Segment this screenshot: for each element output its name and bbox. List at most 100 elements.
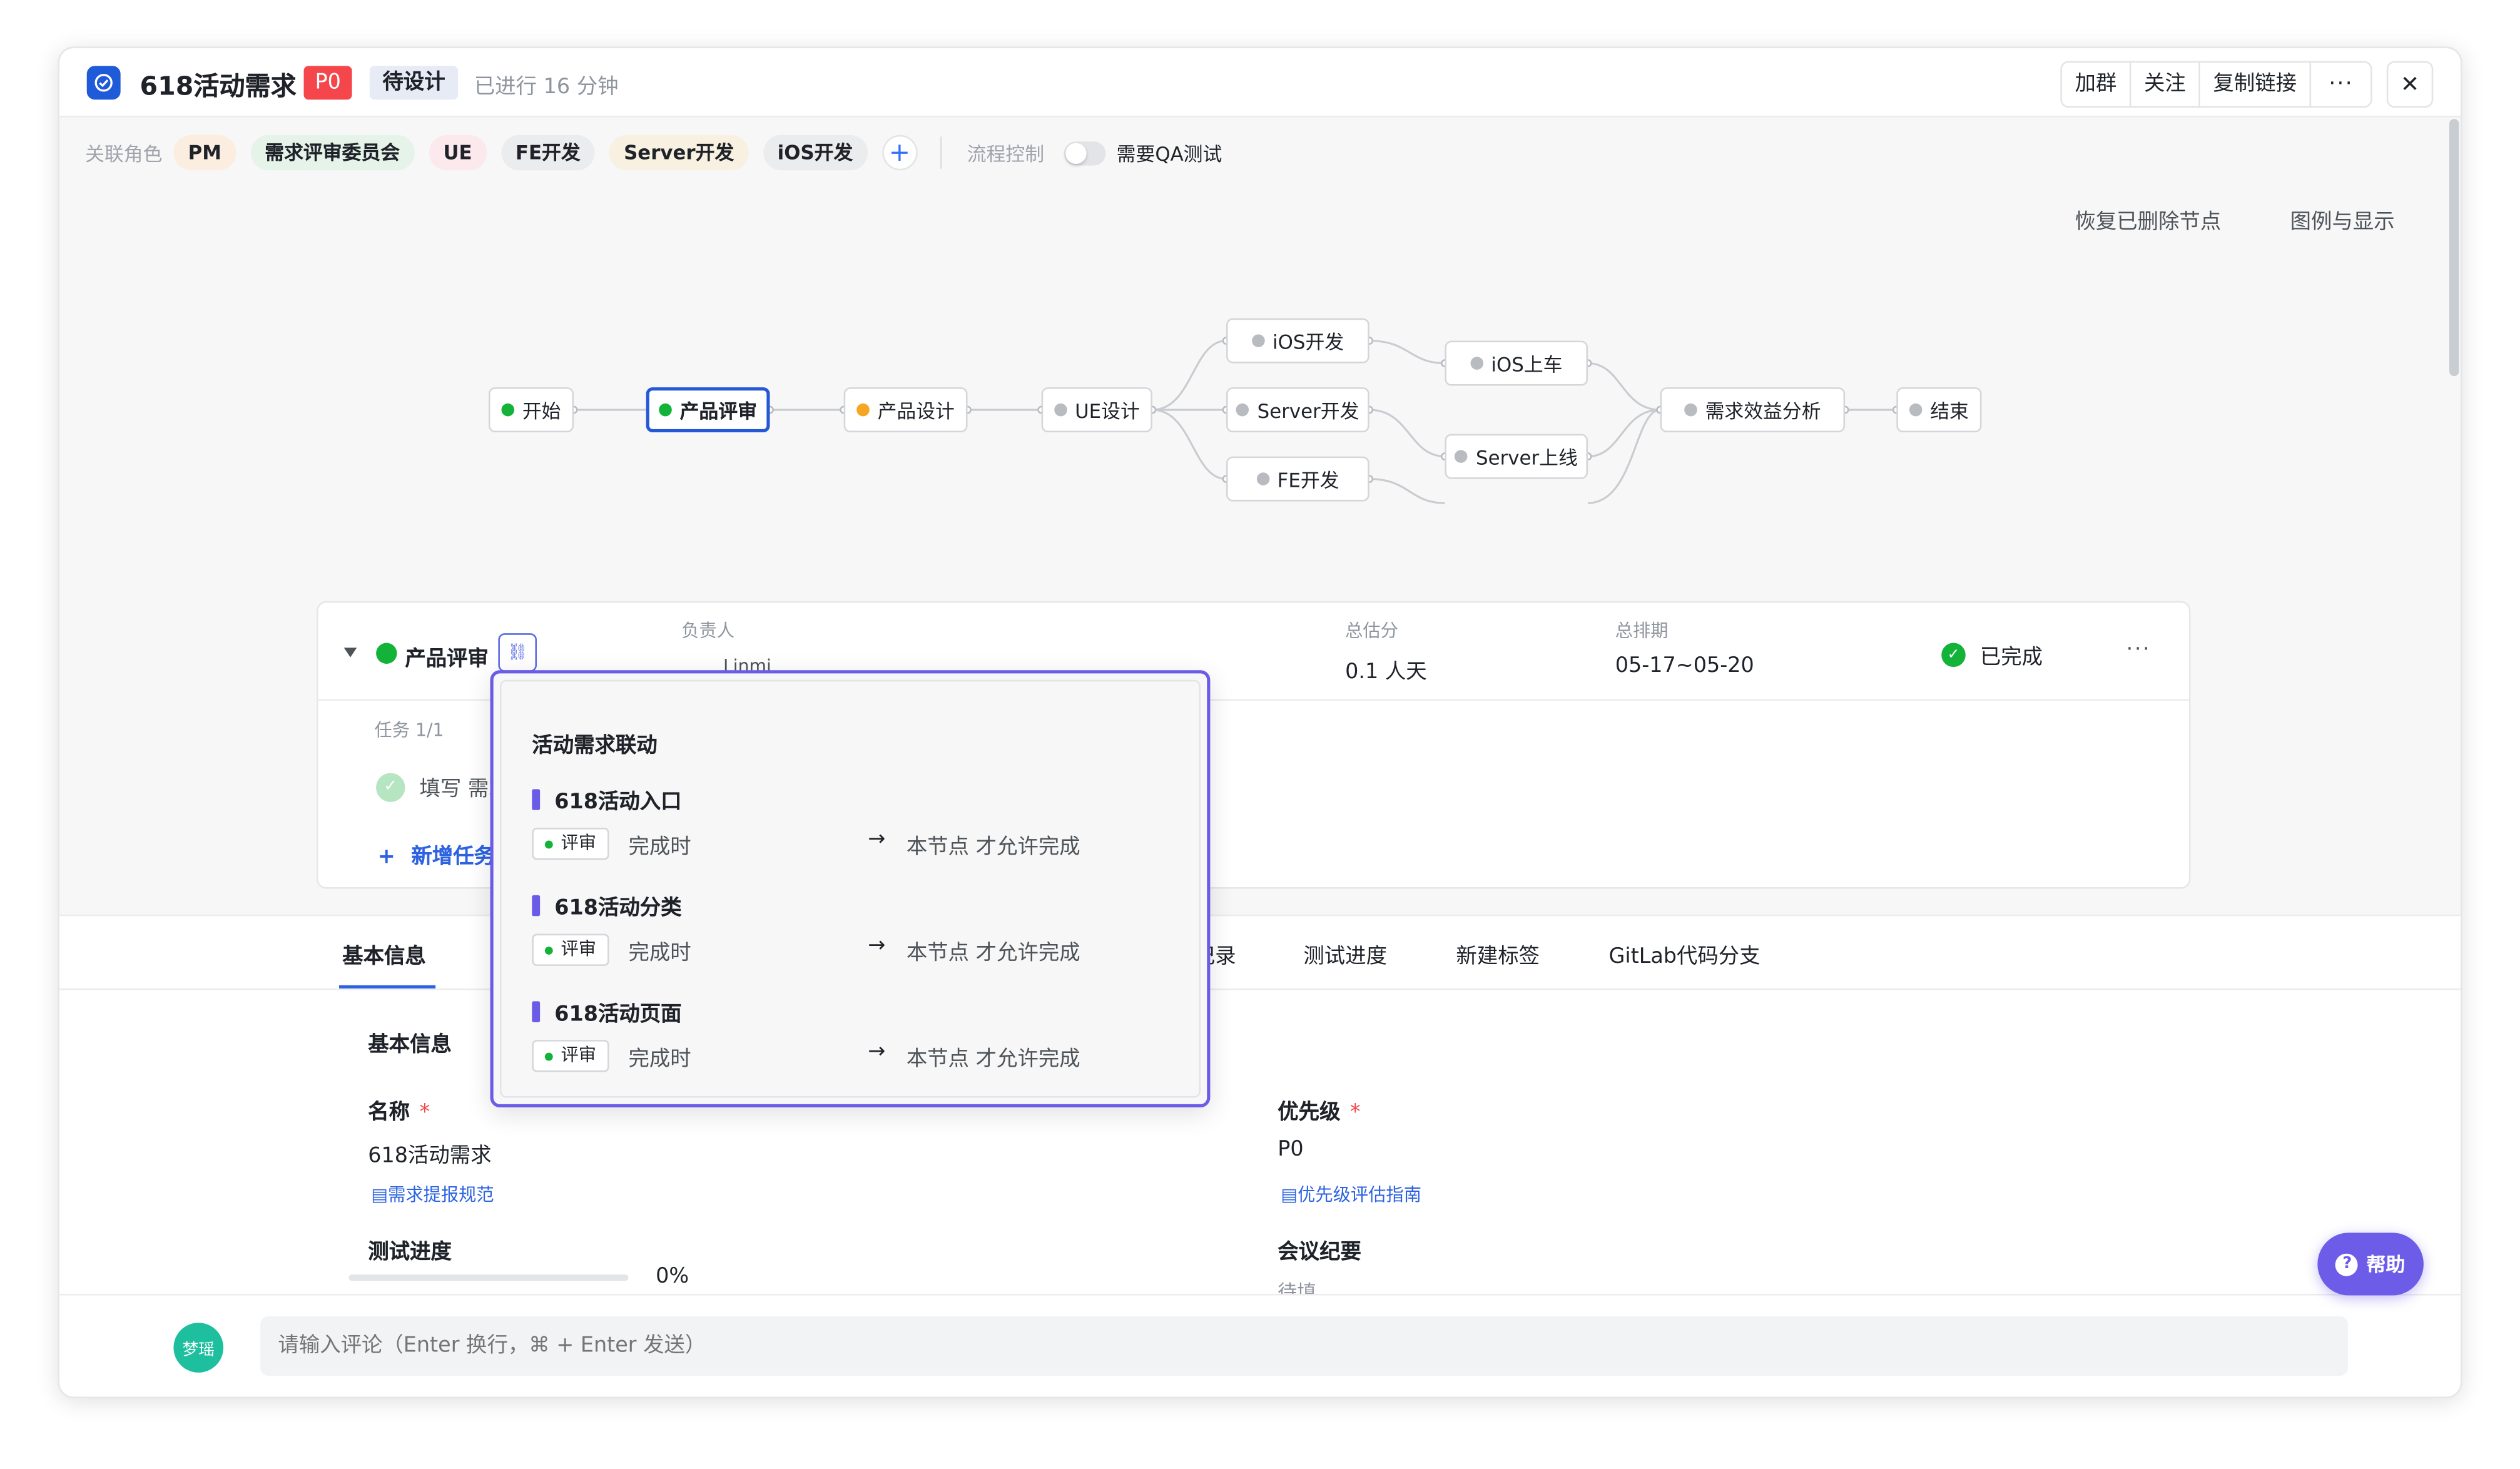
check-icon[interactable]: ✓ [376, 772, 405, 801]
name-guide-link[interactable]: ▤需求提报规范 [371, 1181, 494, 1207]
status-dot [544, 1052, 553, 1060]
flow-node-server-dev[interactable]: Server开发 [1226, 387, 1369, 433]
flow-node-product-review[interactable]: 产品评审 [646, 387, 770, 433]
flow-node-ios-release[interactable]: iOS上车 [1445, 340, 1588, 386]
status-dot [376, 643, 397, 664]
status-dot [1054, 403, 1067, 417]
name-guide-text: 需求提报规范 [388, 1184, 494, 1206]
flow-node-label: 产品设计 [877, 399, 955, 422]
priority-label-text: 优先级 [1278, 1100, 1341, 1126]
accent-bar [532, 789, 541, 810]
linked-requirement-name: 618活动页面 [554, 1002, 682, 1027]
name-label-text: 名称 [368, 1100, 410, 1126]
more-icon[interactable]: ··· [2126, 638, 2152, 663]
status-dot [1256, 472, 1269, 485]
flow-node-label: 产品评审 [679, 399, 757, 422]
linked-requirement-title[interactable]: 618活动分类 [532, 890, 682, 921]
flow-node-ios-dev[interactable]: iOS开发 [1226, 318, 1369, 363]
linkage-result: 本节点 才允许完成 [906, 942, 1080, 966]
flow-node-label: iOS上车 [1491, 352, 1563, 375]
status-dot [544, 945, 553, 954]
phase-name: 产品评审 [405, 648, 489, 672]
tab-gitlab-branch[interactable]: GitLab代码分支 [1608, 938, 1760, 970]
arrow-right-icon: → [868, 1040, 886, 1064]
requirement-window: 618活动需求 P0 待设计 已进行 16 分钟 加群 关注 复制链接 ··· … [58, 46, 2462, 1398]
node-tag: 评审 [532, 1040, 609, 1072]
status-badge[interactable]: ✓ 已完成 [1941, 639, 2043, 670]
collapse-caret-icon[interactable] [343, 648, 357, 658]
test-progress-bar [348, 1274, 629, 1281]
priority-field-value[interactable]: P0 [1278, 1138, 1303, 1162]
task-count: 任务 1/1 [374, 719, 444, 741]
linkage-result: 本节点 才允许完成 [906, 1047, 1080, 1072]
flow-node-label: 结束 [1930, 399, 1969, 422]
flow-node-start[interactable]: 开始 [488, 387, 574, 433]
status-dot [856, 403, 870, 417]
add-task-button[interactable]: + 新增任务 [378, 839, 495, 870]
section-title: 基本信息 [368, 1033, 452, 1058]
linkage-result: 本节点 才允许完成 [906, 835, 1080, 860]
plus-icon: + [377, 845, 395, 870]
schedule-value[interactable]: 05-17~05-20 [1615, 654, 1754, 679]
popover-title: 活动需求联动 [532, 734, 658, 759]
node-tag-label: 评审 [561, 938, 597, 960]
flow-node-server-launch[interactable]: Server上线 [1445, 434, 1588, 479]
node-tag: 评审 [532, 827, 609, 860]
arrow-right-icon: → [868, 827, 886, 852]
priority-guide-text: 优先级评估指南 [1298, 1184, 1421, 1206]
active-tab-indicator [339, 985, 436, 989]
flow-node-product-design[interactable]: 产品设计 [843, 387, 968, 433]
popover-body: 活动需求联动 618活动入口 评审 完成时 → 本节点 才允许完成 618活动分… [499, 679, 1201, 1098]
trigger-condition: 完成时 [628, 835, 691, 860]
flow-node-benefit-analysis[interactable]: 需求效益分析 [1660, 387, 1846, 433]
flow-node-label: FE开发 [1277, 468, 1339, 491]
meeting-notes-label: 会议纪要 [1278, 1241, 1361, 1265]
priority-field-label: 优先级 * [1278, 1094, 1361, 1126]
status-dot [544, 840, 553, 848]
arrow-right-icon: → [868, 933, 886, 958]
test-progress-value: 0% [656, 1264, 689, 1289]
document-icon: ▤ [371, 1184, 389, 1206]
schedule-label: 总排期 [1615, 620, 1669, 641]
required-mark: * [1349, 1100, 1361, 1126]
comment-input[interactable] [260, 1316, 2349, 1376]
linked-requirement-title[interactable]: 618活动入口 [532, 785, 682, 815]
accent-bar [532, 1001, 541, 1022]
document-icon: ▤ [1281, 1184, 1298, 1206]
estimate-value[interactable]: 0.1 人天 [1345, 654, 1427, 685]
test-progress-label: 测试进度 [368, 1241, 452, 1265]
status-dot [1455, 450, 1468, 463]
help-button[interactable]: ? 帮助 [2317, 1233, 2424, 1296]
flow-node-ue-design[interactable]: UE设计 [1041, 387, 1152, 433]
name-field-value[interactable]: 618活动需求 [368, 1138, 491, 1169]
flow-node-label: 需求效益分析 [1705, 399, 1821, 422]
status-dot [1236, 403, 1249, 417]
avatar[interactable]: 梦瑶 [173, 1323, 224, 1373]
priority-guide-link[interactable]: ▤优先级评估指南 [1281, 1181, 1421, 1207]
help-label: 帮助 [2366, 1253, 2406, 1276]
flow-node-label: Server上线 [1476, 445, 1578, 469]
flow-node-label: UE设计 [1075, 399, 1140, 422]
link-icon[interactable]: ⛓ [498, 633, 537, 672]
node-tag-label: 评审 [561, 1044, 597, 1066]
flow-node-end[interactable]: 结束 [1896, 387, 1982, 433]
status-dot [1470, 357, 1483, 370]
flow-node-fe-dev[interactable]: FE开发 [1226, 456, 1369, 502]
status-dot [1684, 403, 1697, 417]
tab-new-label[interactable]: 新建标签 [1456, 938, 1540, 970]
node-tag-label: 评审 [561, 832, 597, 854]
trigger-condition: 完成时 [628, 942, 691, 966]
accent-bar [532, 895, 541, 917]
required-mark: * [419, 1100, 430, 1126]
tab-bar: 基本信息 记录 测试进度 新建标签 GitLab代码分支 [59, 916, 2461, 990]
flow-node-label: iOS开发 [1273, 330, 1344, 353]
tab-test-progress[interactable]: 测试进度 [1303, 938, 1387, 970]
flow-node-label: Server开发 [1257, 399, 1359, 422]
question-icon: ? [2335, 1253, 2359, 1276]
status-dot [1909, 403, 1923, 417]
status-dot [1251, 334, 1265, 347]
linked-requirement-title[interactable]: 618活动页面 [532, 997, 682, 1027]
scrollbar[interactable] [2449, 119, 2459, 377]
estimate-label: 总估分 [1345, 620, 1398, 641]
tab-basic-info[interactable]: 基本信息 [342, 938, 426, 970]
